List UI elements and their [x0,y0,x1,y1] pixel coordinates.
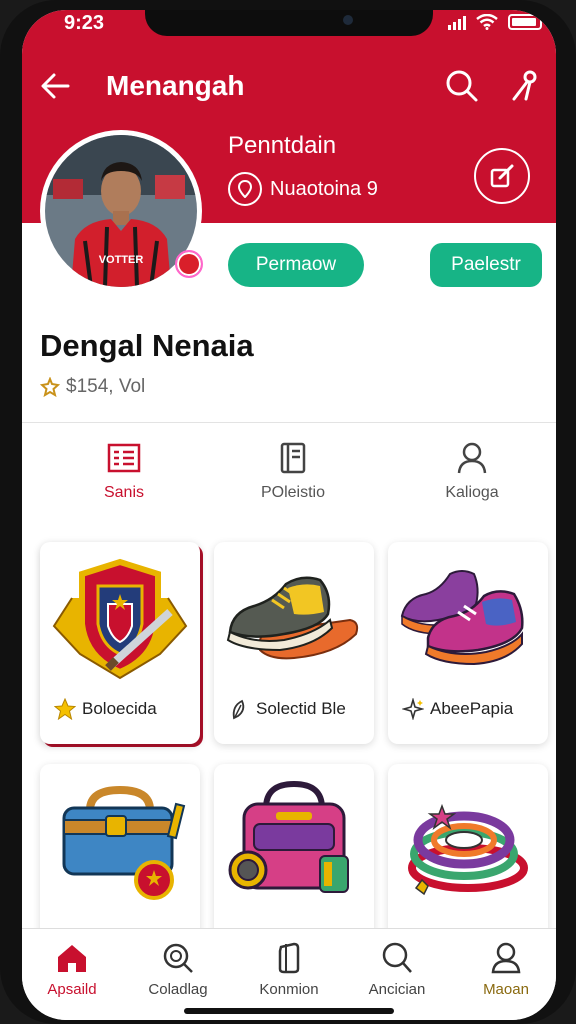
magnifier-icon [382,942,412,973]
item-card[interactable]: AbeePapia [388,542,548,744]
leaf-icon [232,699,245,720]
star-icon [54,698,76,720]
card-label: AbeePapia [430,699,514,718]
back-arrow-icon[interactable] [38,68,74,104]
signal-icon [448,14,466,30]
home-indicator[interactable] [184,1008,394,1014]
primary-action-button[interactable]: Permaow [228,243,364,287]
tab-label: Kalioga [445,484,499,501]
search-icon [163,943,193,973]
wifi-icon [476,14,498,30]
card-label: Solectid Ble [256,699,346,718]
search-icon[interactable] [444,68,480,104]
nav-home[interactable]: Apsaild [22,941,122,999]
edit-icon [490,164,514,188]
nav-maoan[interactable]: Maoan [456,941,556,999]
coin-icon [40,377,60,397]
jersey-text: VOTTER [99,254,144,266]
card-caption: Boloecida [54,698,157,720]
phone-frame: 9:23 Menangah VOTTER Penntdain Nuaotoina… [0,0,576,1024]
profile-subtitle: Penntdain [228,132,337,159]
stats-text: $154, Vol [66,376,146,397]
edit-profile-button[interactable] [474,148,530,204]
tab-sanis[interactable]: Sanis [64,440,184,502]
card-label: Boloecida [82,699,157,718]
shield-crest-image [52,558,188,680]
share-pin-icon[interactable] [506,68,542,104]
nav-ancician[interactable]: Ancician [347,941,447,999]
camera-notch [145,10,433,36]
person-icon [491,942,521,974]
secondary-action-button[interactable]: Paelestr [430,243,542,287]
card-caption: AbeePapia [402,698,513,720]
item-card[interactable]: Solectid Ble [214,542,374,744]
location-row: Nuaotoina 9 [228,172,378,206]
home-icon [58,945,86,972]
tab-label: Sanis [103,484,145,501]
book-icon [280,442,306,474]
nav-label: Coladlag [148,981,208,998]
nav-coladlag[interactable]: Coladlag [128,941,228,999]
bracelets-image [408,803,528,896]
sneaker-purple-image [400,570,524,666]
card-caption: Solectid Ble [228,698,346,720]
user-name: Dengal Nenaia [40,328,254,363]
phone-icon [278,942,300,974]
location-pin-icon [228,172,262,206]
page-title: Menangah [106,70,245,101]
bottom-navigation: Apsaild Coladlag Konmion Ancician Maoan [22,928,556,1020]
item-card[interactable]: Boloecida [40,542,200,744]
battery-icon [508,14,542,30]
location-label: Nuaotoina 9 [270,177,378,200]
app-screen: 9:23 Menangah VOTTER Penntdain Nuaotoina… [22,10,556,1020]
user-icon [457,442,487,474]
nav-label: Konmion [259,981,319,998]
nav-label: Apsaild [47,981,97,998]
status-icons [448,14,542,30]
tab-bar: Sanis POleistio Kalioga [22,440,556,520]
stats-row: $154, Vol [40,376,145,398]
sneaker-dark-image [226,576,359,660]
status-time: 9:23 [64,12,105,34]
list-icon [107,443,141,473]
sparkle-icon [402,698,424,720]
nav-konmion[interactable]: Konmion [239,941,339,999]
nav-label: Ancician [368,981,426,998]
online-status-dot [175,250,203,278]
pink-bag-image [228,780,349,893]
section-divider [22,422,556,423]
tab-poleistio[interactable]: POleistio [233,440,353,502]
blue-bag-image [62,785,186,900]
tab-label: POleistio [260,484,326,501]
tab-kalioga[interactable]: Kalioga [412,440,532,502]
nav-label: Maoan [483,981,529,998]
